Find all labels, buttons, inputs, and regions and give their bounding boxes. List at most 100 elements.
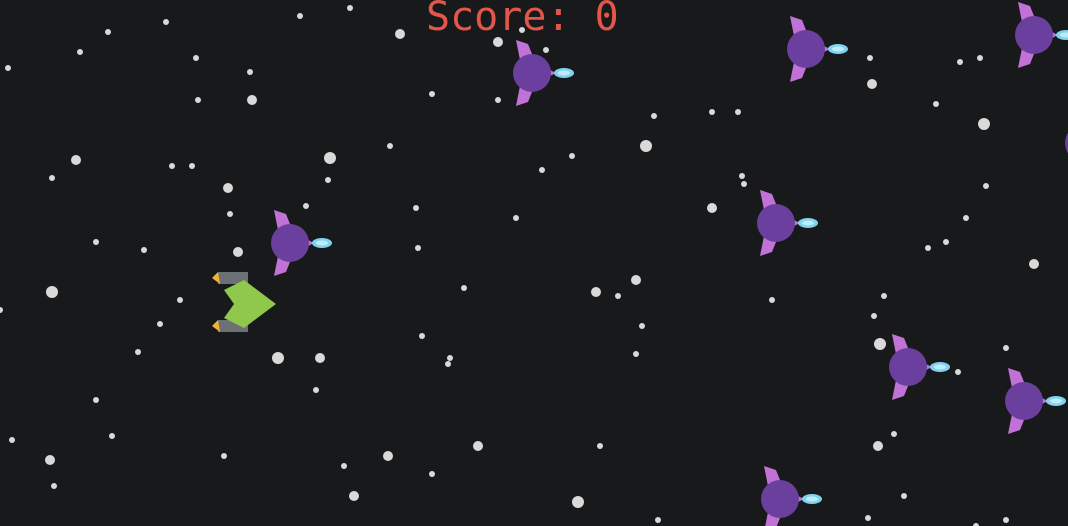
star [195, 97, 201, 103]
star [865, 515, 871, 521]
star [769, 297, 775, 303]
star [315, 353, 325, 363]
star [1003, 345, 1009, 351]
star [983, 183, 989, 189]
enemy-body [757, 204, 795, 242]
star [415, 245, 421, 251]
star [221, 453, 227, 459]
star [429, 471, 435, 477]
enemy-body [271, 224, 309, 262]
enemy-ship [761, 466, 822, 526]
star [51, 483, 57, 489]
star [49, 175, 55, 181]
star [615, 293, 621, 299]
star [572, 496, 584, 508]
star [349, 491, 359, 501]
enemy-thruster-core [934, 364, 946, 370]
star [569, 153, 575, 159]
enemy-ship [757, 190, 818, 256]
star [395, 29, 405, 39]
enemy-body [513, 54, 551, 92]
star [272, 352, 284, 364]
star [735, 109, 741, 115]
star [387, 143, 393, 149]
star [963, 215, 969, 221]
game-canvas[interactable]: Score: 0 [0, 0, 1068, 526]
star [1003, 517, 1009, 523]
star [233, 247, 243, 257]
enemy-ship [271, 210, 332, 276]
star [347, 5, 353, 11]
enemy-body [761, 480, 799, 518]
enemy-ship [1005, 368, 1066, 434]
star [881, 293, 887, 299]
enemy-ship [1015, 2, 1068, 68]
star [891, 431, 897, 437]
player-ship [212, 272, 276, 332]
star [597, 443, 603, 449]
enemy-thruster-core [1050, 398, 1062, 404]
star [513, 215, 519, 221]
star [874, 338, 886, 350]
star [71, 155, 81, 165]
star [45, 455, 55, 465]
star [461, 285, 467, 291]
star [419, 333, 425, 339]
star [93, 397, 99, 403]
star [413, 205, 419, 211]
enemy-thruster-core [832, 46, 844, 52]
star [1029, 259, 1039, 269]
player-body [224, 280, 276, 328]
star [651, 113, 657, 119]
star [247, 69, 253, 75]
star [325, 177, 331, 183]
score-display: Score: 0 [426, 0, 619, 40]
star [707, 203, 717, 213]
star [429, 91, 435, 97]
enemy-ship [889, 334, 950, 400]
star [5, 65, 11, 71]
star [105, 29, 111, 35]
star [473, 441, 483, 451]
enemy-thruster-core [316, 240, 328, 246]
star [297, 13, 303, 19]
enemy-thruster-core [558, 70, 570, 76]
star [873, 441, 883, 451]
star [631, 275, 641, 285]
star [633, 351, 639, 357]
star [227, 211, 233, 217]
star [867, 79, 877, 89]
star [539, 167, 545, 173]
enemy-body [787, 30, 825, 68]
star [77, 49, 83, 55]
star [46, 286, 58, 298]
star [0, 307, 3, 313]
enemy-body [889, 348, 927, 386]
star [978, 118, 990, 130]
star [943, 239, 949, 245]
star [901, 493, 907, 499]
star [495, 97, 501, 103]
star [93, 239, 99, 245]
enemy-ship [513, 40, 574, 106]
star [445, 361, 451, 367]
star [933, 101, 939, 107]
enemy-ship [787, 16, 848, 82]
star [871, 313, 877, 319]
star [247, 95, 257, 105]
star [925, 245, 931, 251]
enemy-ship [1065, 132, 1068, 154]
star [383, 451, 393, 461]
star [223, 183, 233, 193]
star [109, 433, 115, 439]
star [341, 463, 347, 469]
star [177, 297, 183, 303]
star [639, 323, 645, 329]
enemy-thruster-core [806, 496, 818, 502]
star [739, 173, 745, 179]
enemy-thruster-core [802, 220, 814, 226]
star [169, 163, 175, 169]
score-label: Score: [426, 0, 571, 40]
star [741, 181, 747, 187]
star [163, 19, 169, 25]
